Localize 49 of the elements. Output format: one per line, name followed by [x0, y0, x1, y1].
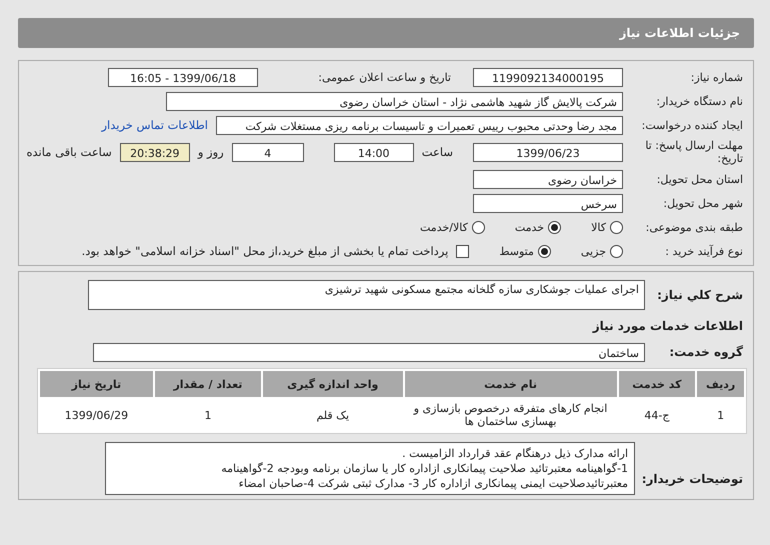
field-label: ایجاد کننده درخواست: [640, 118, 743, 132]
radio-icon [610, 220, 623, 234]
field-label: نام دستگاه خریدار: [655, 94, 743, 108]
field-label: تاریخ و ساعت اعلان عمومی: [317, 70, 451, 84]
radio-icon [472, 220, 485, 234]
field-label: توضیحات خریدار: [643, 472, 743, 486]
radio-option[interactable]: کالا/خدمت [420, 220, 485, 234]
announce-date-field: 1399/06/18 - 16:05 [108, 68, 258, 86]
radio-option[interactable]: کالا [591, 220, 623, 234]
section-heading: اطلاعات خدمات مورد نیاز [591, 319, 743, 333]
need-number-field: 1199092134000195 [473, 68, 623, 86]
field-label: شماره نیاز: [690, 70, 743, 84]
radio-option[interactable]: جزیی [580, 244, 623, 258]
days-field: 4 [232, 142, 304, 162]
remaining-time-field: 20:38:29 [120, 142, 190, 162]
radio-icon [538, 244, 551, 258]
field-label: شرح کلي نياز: [656, 288, 743, 302]
checkbox[interactable] [456, 244, 470, 258]
notes-field: ارائه مدارک ذیل درهنگام عقد قرارداد الزامیست . 1-گواهینامه معتبرتائید صلاحیت پیمانکاری ازاداره کار یا سازمان برنامه وبودجه 2-گواهینامه معتبرتائیدصلاحیت ایمنی پیمانکاری ازاداره کار 3- مدارک ثبتی شرکت 4-صاحبان امضاء [105, 442, 635, 495]
field-label: گروه خدمت: [668, 345, 743, 359]
column-header: کد خدمت [618, 371, 696, 397]
payment-label: پرداخت تمام یا بخشی از مبلغ خرید،از محل "اسناد خزانه اسلامی" خواهد بود. [82, 244, 448, 258]
contact-link[interactable]: اطلاعات تماس خریدار [101, 118, 208, 132]
field-label: مهلت ارسال پاسخ: تا تاریخ: [644, 139, 743, 165]
province-field: خراسان رضوی [473, 170, 623, 188]
city-field: سرخس [473, 194, 623, 212]
summary-field: اجرای عملیات جوشکاری سازه گلخانه مجتمع مسکونی شهید ترشیزی [88, 280, 645, 310]
deadline-time-field: 14:00 [334, 142, 414, 162]
field-label: استان محل تحویل: [656, 172, 743, 186]
radio-option[interactable]: خدمت [514, 220, 562, 234]
creator-field: مجد رضا وحدتی محبوب رییس تعمیرات و تاسیسات برنامه ریزی مستغلات شرکت [216, 116, 623, 134]
remaining-label: ساعت باقی مانده [26, 145, 112, 159]
column-header: تعداد / مقدار [154, 371, 262, 397]
column-header: واحد اندازه گیری [263, 371, 403, 397]
field-label: نوع فرآیند خرید : [664, 244, 743, 258]
deadline-date-field: 1399/06/23 [473, 142, 623, 162]
column-header: ردیف [697, 371, 744, 397]
field-label: شهر محل تحویل: [662, 196, 743, 210]
radio-option[interactable]: متوسط [499, 244, 551, 258]
radio-icon [610, 244, 623, 258]
page-title: جزئیات اطلاعات نیاز [18, 18, 754, 48]
days-label: روز و [198, 145, 224, 159]
buyer-field: شرکت پالایش گاز شهید هاشمی نژاد - استان خراسان رضوی [166, 92, 623, 110]
service-group-field: ساختمان [93, 342, 645, 362]
field-label: طبقه بندی موضوعی: [644, 220, 743, 234]
time-label: ساعت [422, 145, 453, 159]
column-header: نام خدمت [404, 371, 617, 397]
column-header: تاریخ نیاز [40, 371, 153, 397]
radio-icon [548, 220, 562, 234]
